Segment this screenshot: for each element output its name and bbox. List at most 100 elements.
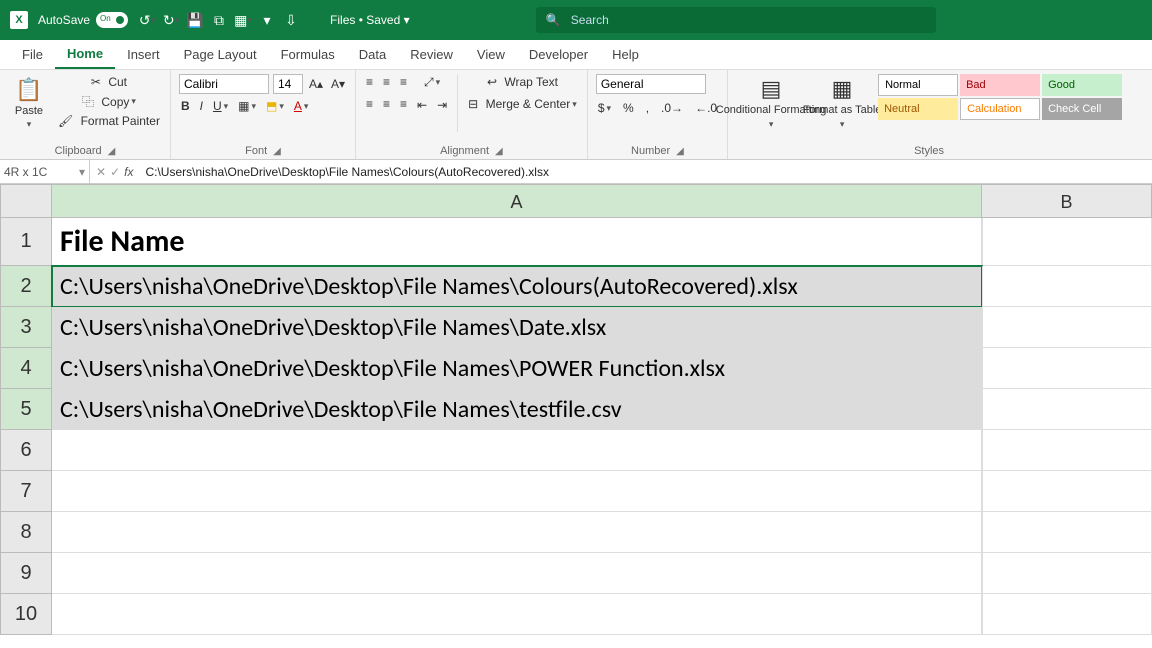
tab-formulas[interactable]: Formulas	[269, 41, 347, 68]
fx-icon[interactable]: fx	[124, 165, 133, 179]
cell[interactable]	[982, 594, 1152, 635]
autosave-toggle[interactable]: AutoSave On	[38, 12, 128, 28]
increase-font-icon[interactable]: A▴	[307, 76, 325, 92]
tab-data[interactable]: Data	[347, 41, 398, 68]
cell[interactable]: C:\Users\nisha\OneDrive\Desktop\File Nam…	[52, 348, 982, 389]
select-all-corner[interactable]	[0, 184, 52, 218]
paste-button[interactable]: 📋Paste	[8, 74, 50, 132]
accept-formula-icon[interactable]: ✓	[110, 165, 120, 179]
number-format-select[interactable]	[596, 74, 706, 94]
cell[interactable]	[982, 512, 1152, 553]
cell[interactable]	[982, 430, 1152, 471]
style-neutral[interactable]: Neutral	[878, 98, 958, 120]
increase-decimal-icon[interactable]: .0→	[659, 100, 685, 116]
toggle-switch[interactable]: On	[96, 12, 128, 28]
cell[interactable]: C:\Users\nisha\OneDrive\Desktop\File Nam…	[52, 389, 982, 430]
row-header[interactable]: 8	[0, 512, 52, 553]
font-color-button[interactable]: A	[292, 98, 311, 114]
conditional-formatting-button[interactable]: ▤Conditional Formatting	[736, 74, 806, 132]
cell[interactable]: C:\Users\nisha\OneDrive\Desktop\File Nam…	[52, 307, 982, 348]
percent-format-icon[interactable]: %	[621, 100, 636, 116]
cell[interactable]	[982, 307, 1152, 348]
row-header[interactable]: 9	[0, 553, 52, 594]
row-header[interactable]: 1	[0, 218, 52, 266]
row-header[interactable]: 2	[0, 266, 52, 307]
cell[interactable]: File Name	[52, 218, 982, 266]
tab-home[interactable]: Home	[55, 40, 115, 69]
row-header[interactable]: 7	[0, 471, 52, 512]
tab-insert[interactable]: Insert	[115, 41, 172, 68]
cut-button[interactable]: ✂ Cut	[56, 74, 162, 90]
cell[interactable]	[982, 348, 1152, 389]
merge-center-button[interactable]: ⊟ Merge & Center	[466, 96, 579, 112]
cancel-formula-icon[interactable]: ✕	[96, 165, 106, 179]
tab-help[interactable]: Help	[600, 41, 651, 68]
row-header[interactable]: 5	[0, 389, 52, 430]
cell[interactable]	[982, 389, 1152, 430]
fill-color-button[interactable]: ⬒	[264, 98, 286, 114]
row-header[interactable]: 4	[0, 348, 52, 389]
tab-page-layout[interactable]: Page Layout	[172, 41, 269, 68]
cell[interactable]	[52, 471, 982, 512]
search-input[interactable]	[569, 12, 926, 28]
align-bottom-icon[interactable]: ≡	[398, 74, 409, 90]
format-as-table-button[interactable]: ▦Format as Table	[812, 74, 872, 132]
accounting-format-icon[interactable]: $	[596, 100, 613, 116]
cell[interactable]	[982, 218, 1152, 266]
tab-developer[interactable]: Developer	[517, 41, 600, 68]
tab-file[interactable]: File	[10, 41, 55, 68]
format-painter-button[interactable]: 🖌 Format Painter	[56, 113, 162, 129]
qat-overflow[interactable]: ⇩	[282, 11, 300, 29]
italic-button[interactable]: I	[198, 98, 205, 114]
clipboard-launcher[interactable]: ◢	[108, 146, 116, 157]
col-header-A[interactable]: A	[52, 184, 982, 218]
copy-button[interactable]: ⿻ Copy	[56, 92, 162, 111]
style-bad[interactable]: Bad	[960, 74, 1040, 96]
qat-icon-1[interactable]: ⧉	[210, 11, 228, 29]
decrease-indent-icon[interactable]: ⇤	[415, 97, 429, 113]
undo-button[interactable]: ↺	[138, 11, 156, 29]
increase-indent-icon[interactable]: ⇥	[435, 97, 449, 113]
formula-bar[interactable]: C:\Users\nisha\OneDrive\Desktop\File Nam…	[139, 165, 1152, 179]
file-status[interactable]: Files • Saved ▾	[330, 13, 410, 27]
align-middle-icon[interactable]: ≡	[381, 74, 392, 90]
tab-review[interactable]: Review	[398, 41, 465, 68]
alignment-launcher[interactable]: ◢	[495, 146, 503, 157]
style-normal[interactable]: Normal	[878, 74, 958, 96]
cell[interactable]	[52, 512, 982, 553]
redo-button[interactable]: ↻	[162, 11, 180, 29]
style-check-cell[interactable]: Check Cell	[1042, 98, 1122, 120]
font-name-select[interactable]	[179, 74, 269, 94]
qat-more[interactable]: ▾	[258, 11, 276, 29]
decrease-font-icon[interactable]: A▾	[329, 76, 347, 92]
wrap-text-button[interactable]: ↩ Wrap Text	[466, 74, 579, 90]
align-right-icon[interactable]: ≡	[398, 96, 409, 112]
cell[interactable]	[982, 266, 1152, 307]
font-size-select[interactable]	[273, 74, 303, 94]
col-header-B[interactable]: B	[982, 184, 1152, 218]
cell[interactable]: C:\Users\nisha\OneDrive\Desktop\File Nam…	[52, 266, 982, 307]
save-icon[interactable]: 💾	[186, 11, 204, 29]
font-launcher[interactable]: ◢	[273, 146, 281, 157]
cell[interactable]	[982, 553, 1152, 594]
cell[interactable]	[52, 594, 982, 635]
bold-button[interactable]: B	[179, 98, 192, 114]
cell[interactable]	[52, 553, 982, 594]
align-top-icon[interactable]: ≡	[364, 74, 375, 90]
orientation-icon[interactable]: ⤢	[415, 74, 449, 91]
tab-view[interactable]: View	[465, 41, 517, 68]
align-center-icon[interactable]: ≡	[381, 96, 392, 112]
qat-icon-2[interactable]: ▦	[234, 11, 252, 29]
row-header[interactable]: 3	[0, 307, 52, 348]
align-left-icon[interactable]: ≡	[364, 96, 375, 112]
row-header[interactable]: 6	[0, 430, 52, 471]
name-box[interactable]: 4R x 1C ▾	[0, 160, 90, 183]
style-calculation[interactable]: Calculation	[960, 98, 1040, 120]
search-box[interactable]: 🔍	[536, 7, 936, 33]
border-button[interactable]: ▦	[236, 98, 258, 114]
comma-format-icon[interactable]: ,	[644, 100, 651, 116]
cell[interactable]	[52, 430, 982, 471]
style-good[interactable]: Good	[1042, 74, 1122, 96]
number-launcher[interactable]: ◢	[676, 146, 684, 157]
row-header[interactable]: 10	[0, 594, 52, 635]
